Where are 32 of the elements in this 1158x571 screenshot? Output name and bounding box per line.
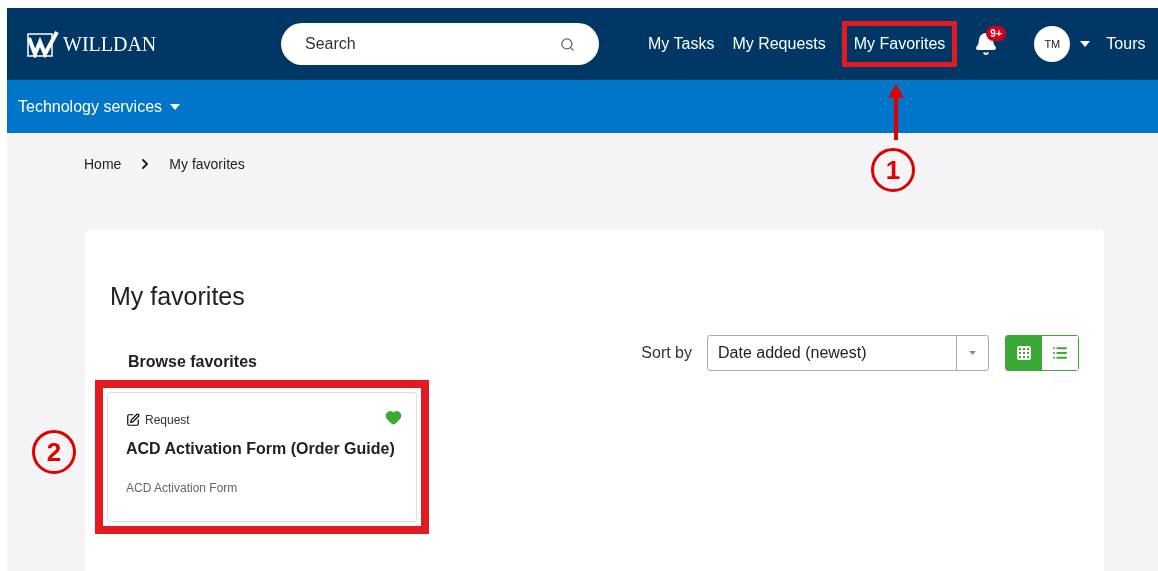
nav-link[interactable]: My Requests (723, 24, 835, 64)
grid-view-button[interactable] (1006, 335, 1042, 370)
logo-text: WILLDAN (63, 32, 157, 57)
edit-icon (126, 412, 140, 427)
heart-icon[interactable] (385, 408, 402, 426)
nav-link[interactable]: My Tasks (639, 24, 724, 64)
sort-label: Sort by (641, 342, 692, 363)
caret-icon[interactable] (1080, 41, 1091, 47)
card-type: Request (145, 411, 190, 429)
sort-dropdown[interactable]: Date added (newest) (707, 334, 989, 371)
step-number: 1 (871, 148, 915, 192)
breadcrumb-current: My favorites (169, 154, 245, 174)
logo-icon (27, 30, 59, 58)
page-title: My favorites (110, 281, 246, 312)
step-number: 2 (32, 430, 76, 474)
favorite-card[interactable]: Request ACD Activation Form (Order Guide) ACD Activation Form (107, 391, 417, 522)
caret-icon (170, 103, 181, 110)
notification-badge: 9+ (986, 26, 1006, 41)
card-subtitle: ACD Activation Form (126, 479, 239, 497)
tours-link[interactable]: Tours (1106, 32, 1146, 56)
annotation-arrow (888, 84, 904, 140)
grid-icon (1016, 344, 1032, 361)
search-icon (560, 37, 575, 52)
section-heading: Browse favorites (128, 351, 257, 372)
nav-link[interactable]: My Favorites (844, 24, 955, 64)
search-field[interactable]: Search (281, 23, 599, 65)
list-icon (1052, 344, 1068, 361)
card-title: ACD Activation Form (Order Guide) (126, 438, 396, 459)
caret-icon (969, 350, 976, 355)
category-dropdown[interactable]: Technology services (18, 94, 181, 119)
user-avatar[interactable]: TM (1034, 26, 1071, 62)
breadcrumb-link[interactable]: Home (84, 153, 122, 175)
